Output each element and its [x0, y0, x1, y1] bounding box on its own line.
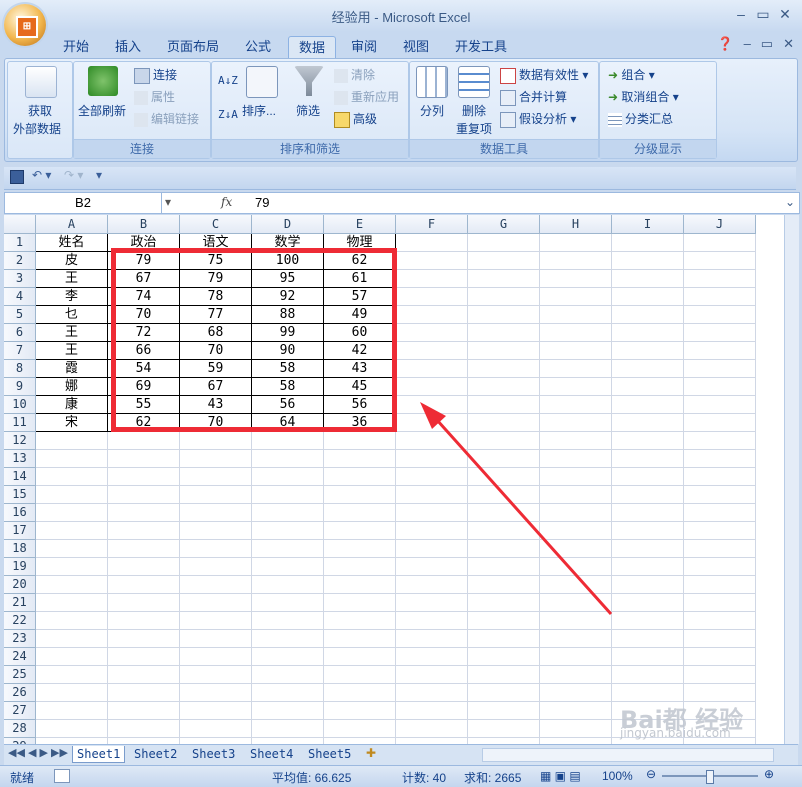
annotation-overlay	[420, 402, 613, 616]
zoom-slider-thumb[interactable]	[706, 770, 714, 784]
status-bar: 就绪 平均值: 66.625 计数: 40 求和: 2665 ▦ ▣ ▤ 100…	[0, 765, 802, 787]
office-logo-icon: ⊞	[16, 16, 38, 38]
macro-record-icon[interactable]	[54, 769, 70, 783]
horizontal-scrollbar[interactable]	[482, 748, 774, 762]
office-button[interactable]: ⊞	[4, 4, 46, 46]
status-count: 计数: 40	[402, 771, 447, 785]
zoom-level[interactable]: 100%	[602, 769, 633, 783]
status-average: 平均值: 66.625	[272, 771, 352, 785]
sheet-tab-5[interactable]: Sheet5	[304, 746, 355, 762]
annotation-arrow-shaft	[426, 408, 613, 616]
zoom-out-icon[interactable]: ⊖	[646, 767, 656, 781]
watermark-sub: jingyan.baidu.com	[620, 726, 731, 740]
sheet-tab-3[interactable]: Sheet3	[188, 746, 239, 762]
sheet-tabs-bar: ◀◀ ◀ ▶ ▶▶ Sheet1 Sheet2 Sheet3 Sheet4 Sh…	[4, 744, 798, 765]
status-ready: 就绪	[10, 771, 35, 785]
watermark: Bai都 经验 jingyan.baidu.com	[620, 700, 743, 740]
sheet-tab-4[interactable]: Sheet4	[246, 746, 297, 762]
sheet-tab-2[interactable]: Sheet2	[130, 746, 181, 762]
status-sum: 求和: 2665	[464, 771, 522, 785]
zoom-in-icon[interactable]: ⊕	[764, 767, 774, 781]
insert-sheet-icon[interactable]: ✚	[366, 746, 376, 760]
view-buttons-icon[interactable]: ▦ ▣ ▤	[540, 769, 581, 783]
sheet-tab-1[interactable]: Sheet1	[72, 746, 126, 763]
sheet-nav-icons[interactable]: ◀◀ ◀ ▶ ▶▶	[8, 746, 68, 759]
